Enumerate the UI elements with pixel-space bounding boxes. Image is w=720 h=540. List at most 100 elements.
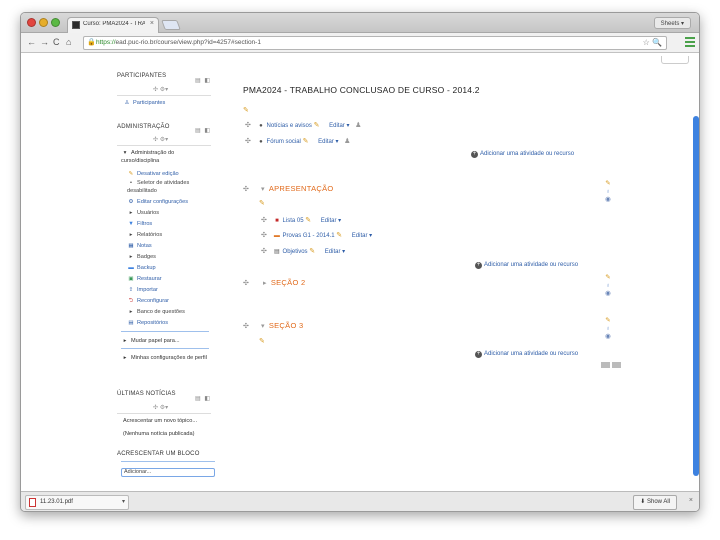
- add-activity-button-section-1[interactable]: + Adicionar uma atividade ou recurso: [475, 262, 578, 269]
- sidebar-item-filters[interactable]: ▼ Filtros: [127, 220, 152, 228]
- activity-link-objetivos[interactable]: Objetivos: [283, 249, 308, 255]
- activity-link-news[interactable]: Notícias e avisos: [267, 123, 312, 129]
- edit-pencil-icon[interactable]: ✎: [604, 274, 612, 282]
- chevron-down-icon[interactable]: ▾: [122, 496, 125, 509]
- section-move-icon[interactable]: ✣: [243, 279, 249, 287]
- sidebar-item-backup[interactable]: ▬ Backup: [127, 264, 155, 272]
- section-title-secao-2[interactable]: ▸ SEÇÃO 2: [263, 278, 305, 287]
- grades-icon: ▦: [128, 243, 134, 249]
- edit-menu-provas-g1[interactable]: Editar ▾: [352, 233, 372, 239]
- sidebar-item-repositories[interactable]: ▤ Repositórios: [127, 319, 168, 327]
- activity-link-social-forum[interactable]: Fórum social: [267, 139, 301, 145]
- highlight-bulb-icon[interactable]: ♁: [604, 325, 612, 333]
- activity-link-provas-g1[interactable]: Provas G1 - 2014.1: [283, 233, 335, 239]
- sidebar-item-question-bank[interactable]: ▸ Banco de questões: [127, 308, 185, 316]
- visibility-eye-icon[interactable]: ◉: [604, 196, 612, 204]
- bookmark-star-icon[interactable]: ☆: [643, 38, 650, 47]
- edit-pencil-icon[interactable]: ✎: [604, 317, 612, 325]
- edit-pencil-icon[interactable]: ✎: [604, 180, 612, 188]
- zoom-icon[interactable]: 🔍: [652, 38, 662, 47]
- general-edit-pencil-icon[interactable]: ✎: [243, 106, 249, 116]
- download-bar: 11.23.01.pdf ▾ ⬇ Show All ×: [21, 491, 699, 511]
- new-tab-button[interactable]: [161, 20, 181, 30]
- zoom-window-button[interactable]: [51, 18, 60, 27]
- admin-block-dock-icon[interactable]: ▤ ◧: [195, 127, 211, 134]
- sidebar-item-participants[interactable]: ♙ Participantes: [123, 99, 165, 107]
- highlight-bulb-icon[interactable]: ♁: [604, 188, 612, 196]
- edit-menu-news[interactable]: Editar ▾: [329, 123, 349, 129]
- visibility-eye-icon[interactable]: ◉: [604, 290, 612, 298]
- section-title-apresentacao[interactable]: ▾ APRESENTAÇÃO: [261, 184, 334, 193]
- section-tools: ✎ ♁ ◉: [604, 180, 612, 204]
- block-dock-icon[interactable]: ▤ ◧: [195, 77, 211, 84]
- highlight-bulb-icon[interactable]: ♁: [604, 282, 612, 290]
- sidebar-item-switch-role[interactable]: ▸ Mudar papel para...: [121, 337, 180, 345]
- section-edit-pencil-icon[interactable]: ✎: [259, 337, 265, 347]
- close-window-button[interactable]: [27, 18, 36, 27]
- activity-link-lista-05[interactable]: Lista 05: [283, 218, 304, 224]
- group-mode-icon[interactable]: ♟: [355, 122, 361, 129]
- close-icon[interactable]: ×: [689, 497, 693, 504]
- tab-close-icon[interactable]: ×: [150, 20, 154, 27]
- sidebar-item-badges[interactable]: ▸ Badges: [127, 253, 156, 261]
- edit-menu-lista-05[interactable]: Editar ▾: [321, 218, 341, 224]
- edit-title-pencil-icon[interactable]: ✎: [314, 122, 320, 129]
- reload-icon[interactable]: C: [53, 37, 60, 48]
- group-mode-icon[interactable]: ♟: [344, 138, 350, 145]
- forum-icon: ●: [259, 139, 263, 145]
- browser-tab[interactable]: Curso: PMA2024 - TRABA... ×: [67, 17, 159, 33]
- forward-arrow-icon[interactable]: →: [40, 37, 49, 48]
- address-bar[interactable]: 🔒 https://ead.puc-rio.br/course/view.php…: [83, 36, 667, 50]
- section-title-secao-3[interactable]: ▾ SEÇÃO 3: [261, 321, 303, 330]
- section-add-remove-controls[interactable]: [601, 362, 623, 368]
- add-circle-icon: +: [475, 262, 482, 269]
- sidebar-item-edit-settings[interactable]: ⚙ Editar configurações: [127, 198, 188, 206]
- move-icon[interactable]: ✣: [261, 217, 267, 224]
- scrollbar-thumb[interactable]: [693, 116, 699, 476]
- sidebar-item-grades[interactable]: ▦ Notas: [127, 242, 151, 250]
- sidebar-item-restore[interactable]: ▣ Restaurar: [127, 275, 161, 283]
- activity-news: ✣ ● Notícias e avisos ✎ Editar ▾ ♟: [245, 121, 361, 131]
- sidebar-item-reset[interactable]: ⮌ Reconfigurar: [127, 297, 169, 305]
- sidebar-item-reports[interactable]: ▸ Relatórios: [127, 231, 163, 239]
- move-icon[interactable]: ✣: [245, 122, 251, 129]
- section-edit-pencil-icon[interactable]: ✎: [259, 199, 265, 209]
- news-block-move-icon[interactable]: ✣ ⚙▾: [153, 404, 168, 411]
- add-news-topic-link[interactable]: Acrescentar um novo tópico...: [123, 417, 197, 425]
- sidebar-item-disable-editing[interactable]: ✎ Desativar edição: [127, 170, 179, 178]
- visibility-eye-icon[interactable]: ◉: [604, 333, 612, 341]
- vertical-scrollbar[interactable]: [693, 58, 699, 486]
- move-icon[interactable]: ✣: [245, 138, 251, 145]
- news-block-dock-icon[interactable]: ▤ ◧: [195, 395, 211, 402]
- back-arrow-icon[interactable]: ←: [27, 37, 36, 48]
- add-activity-button-section-3[interactable]: + Adicionar uma atividade ou recurso: [475, 351, 578, 358]
- edit-menu-objetivos[interactable]: Editar ▾: [325, 249, 345, 255]
- sidebar-item-import[interactable]: ⇪ Importar: [127, 286, 158, 294]
- sidebar-item-my-profile[interactable]: ▸ Minhas configurações de perfil: [121, 354, 213, 362]
- section-move-icon[interactable]: ✣: [243, 185, 249, 193]
- sidebar-item-course-admin[interactable]: ▾ Administração do curso/disciplina: [121, 149, 213, 165]
- browser-window: Curso: PMA2024 - TRABA... × Sheets ▾ ← →…: [20, 12, 700, 512]
- edit-title-pencil-icon[interactable]: ✎: [336, 232, 342, 239]
- profile-button[interactable]: Sheets ▾: [653, 17, 691, 29]
- edit-title-pencil-icon[interactable]: ✎: [303, 138, 309, 145]
- add-block-select[interactable]: Adicionar...: [121, 468, 215, 477]
- sidebar-item-users[interactable]: ▸ Usuários: [127, 209, 159, 217]
- move-icon[interactable]: ✣: [261, 248, 267, 255]
- block-move-icon[interactable]: ✣ ⚙▾: [153, 86, 168, 93]
- download-item[interactable]: 11.23.01.pdf ▾: [25, 495, 129, 510]
- move-icon[interactable]: ✣: [261, 232, 267, 239]
- add-activity-button-general[interactable]: + Adicionar uma atividade ou recurso: [471, 151, 574, 158]
- show-all-button[interactable]: ⬇ Show All: [633, 495, 677, 510]
- edit-title-pencil-icon[interactable]: ✎: [309, 248, 315, 255]
- collapse-icon: ▾: [261, 186, 265, 193]
- sidebar-item-activity-chooser[interactable]: • Seletor de atividades desabilitado: [127, 179, 213, 195]
- activity-objetivos: ✣ ▤ Objetivos ✎ Editar ▾: [261, 247, 345, 257]
- minimize-window-button[interactable]: [39, 18, 48, 27]
- admin-block-move-icon[interactable]: ✣ ⚙▾: [153, 136, 168, 143]
- home-icon[interactable]: ⌂: [66, 37, 71, 48]
- menu-icon[interactable]: [685, 37, 695, 47]
- edit-title-pencil-icon[interactable]: ✎: [305, 217, 311, 224]
- section-move-icon[interactable]: ✣: [243, 322, 249, 330]
- edit-menu-social-forum[interactable]: Editar ▾: [318, 139, 338, 145]
